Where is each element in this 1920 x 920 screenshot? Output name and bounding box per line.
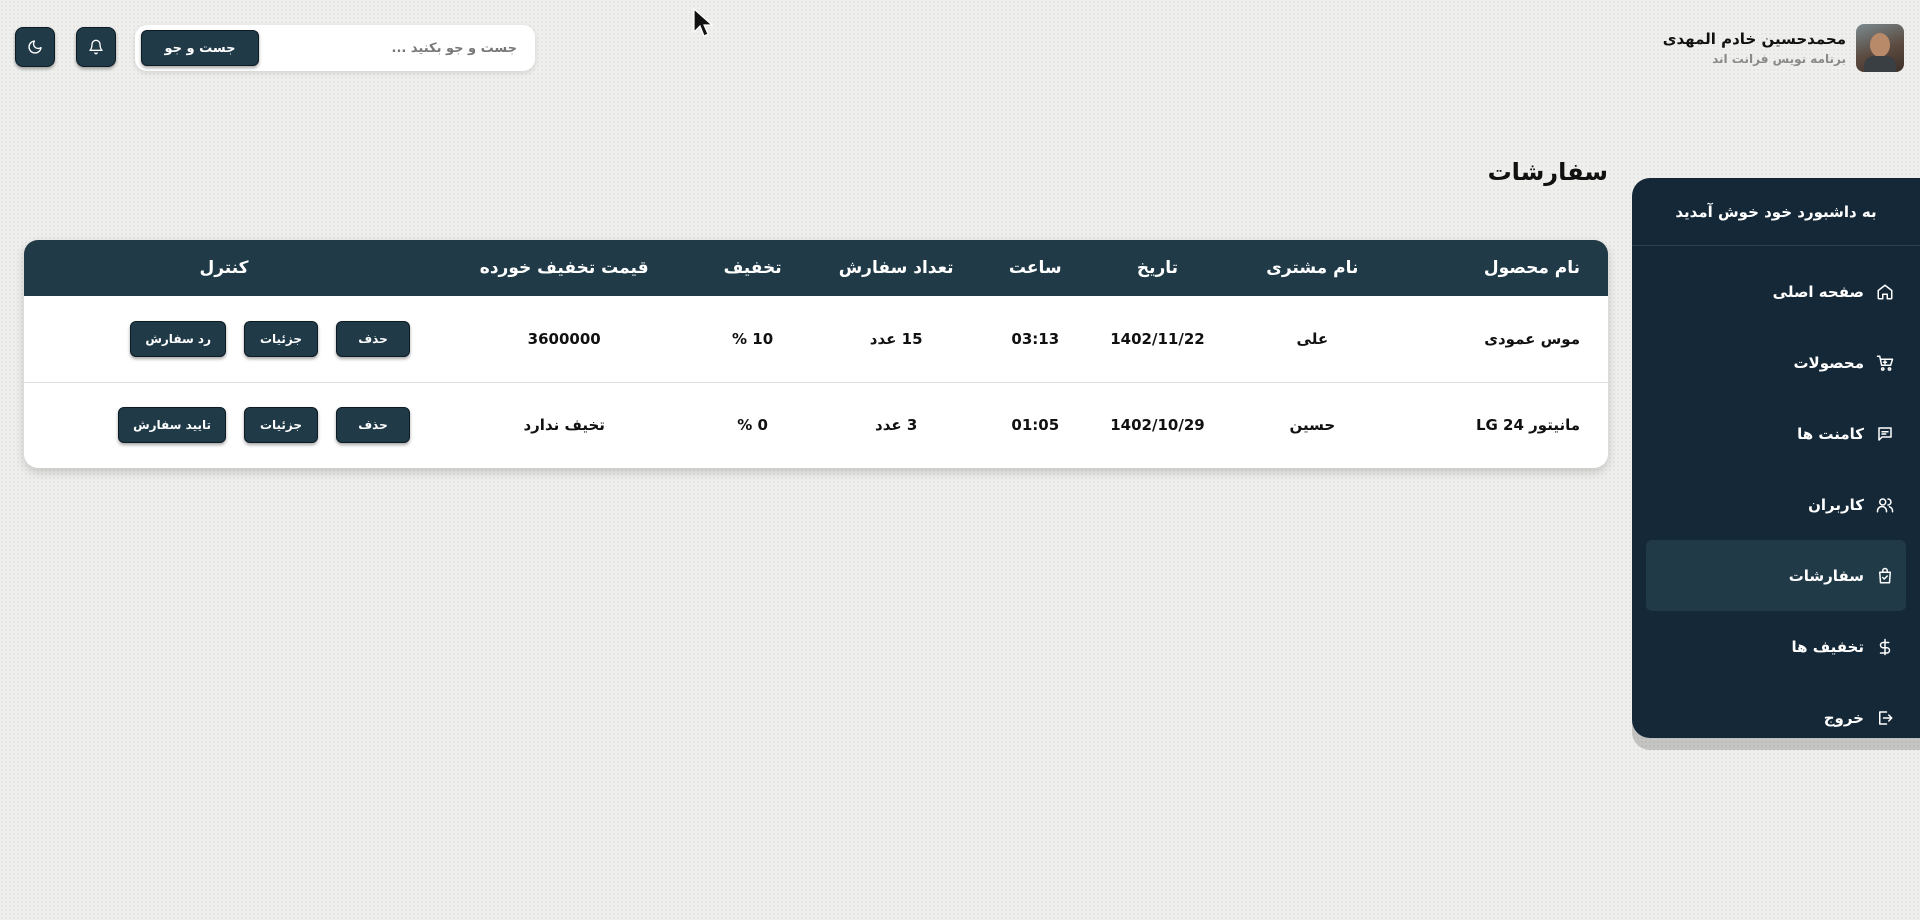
column-header: نام محصول (1483, 258, 1580, 278)
cell-customer: علی (1296, 329, 1329, 348)
approve-order-button[interactable]: تایید سفارش (118, 407, 226, 444)
row-actions: حذف جزئیات رد سفارش (24, 320, 424, 357)
cell-time: 03:13 (1011, 329, 1060, 348)
dollar-icon (1879, 638, 1891, 655)
cell-discount: 10 % (732, 329, 774, 348)
table-row: موس عمودی علی 1402/11/22 03:13 15 عدد 10… (24, 296, 1608, 382)
sidebar-item-label: خروج (1823, 708, 1864, 727)
details-button[interactable]: جزئیات (244, 320, 318, 357)
table-row: مانیتور LG 24 حسین 1402/10/29 01:05 3 عد… (24, 381, 1608, 468)
cell-discounted-price: تخیف ندارد (424, 381, 705, 468)
bag-check-icon (1879, 567, 1891, 583)
profile-text: محمدحسین خادم المهدی برنامه نویس فرانت ا… (1663, 30, 1846, 66)
search-bar: جست و جو (135, 25, 535, 71)
orders-table-card: نام محصول نام مشتری تاریخ ساعت تعداد سفا… (24, 240, 1608, 468)
sidebar-item-users[interactable]: کاربران (1646, 469, 1906, 540)
column-header: قیمت تخفیف خورده (479, 258, 649, 278)
sidebar-item-label: کامنت ها (1797, 424, 1864, 443)
cell-product: موس عمودی (1484, 329, 1580, 348)
sidebar-item-label: صفحه اصلی (1772, 282, 1864, 301)
table-header-row: نام محصول نام مشتری تاریخ ساعت تعداد سفا… (24, 240, 1608, 296)
sidebar-item-home[interactable]: صفحه اصلی (1646, 256, 1906, 327)
notifications-button[interactable] (76, 27, 116, 67)
sidebar-item-orders[interactable]: سفارشات (1646, 540, 1906, 611)
sidebar-item-label: سفارشات (1788, 566, 1864, 585)
delete-button[interactable]: حذف (336, 320, 410, 357)
sidebar-item-label: تخفیف ها (1791, 637, 1864, 656)
users-icon (1876, 497, 1894, 512)
column-header: ساعت (1008, 258, 1062, 278)
sidebar: به داشبورد خود خوش آمدید صفحه اصلی محصول… (1632, 178, 1920, 738)
cell-product: مانیتور LG 24 (1388, 381, 1608, 468)
cell-count: 15 عدد (869, 329, 923, 348)
moon-icon (28, 40, 42, 54)
cell-count: 3 عدد (800, 381, 992, 468)
avatar (1856, 24, 1904, 72)
mouse-cursor-icon (693, 8, 714, 37)
cell-discounted-price: 3600000 (527, 329, 601, 348)
sidebar-item-label: محصولات (1793, 353, 1864, 372)
profile-role: برنامه نویس فرانت اند (1712, 52, 1846, 66)
column-header: کنترل (199, 258, 249, 278)
details-button[interactable]: جزئیات (244, 407, 318, 444)
comment-icon (1878, 426, 1892, 441)
home-icon (1877, 284, 1893, 299)
cart-icon (1876, 355, 1894, 371)
cell-date: 1402/11/22 (1110, 329, 1205, 348)
orders-table: نام محصول نام مشتری تاریخ ساعت تعداد سفا… (24, 240, 1608, 468)
page-title: سفارشات (1487, 158, 1608, 186)
search-button[interactable]: جست و جو (141, 30, 259, 66)
sidebar-item-comments[interactable]: کامنت ها (1646, 398, 1906, 469)
sidebar-item-label: کاربران (1808, 495, 1864, 514)
cell-time: 01:05 (991, 381, 1080, 468)
delete-button[interactable]: حذف (336, 407, 410, 444)
sidebar-item-logout[interactable]: خروج (1646, 682, 1906, 753)
cell-controls: حذف جزئیات رد سفارش (24, 296, 424, 382)
reject-order-button[interactable]: رد سفارش (130, 320, 226, 357)
cell-discount: 0 % (704, 381, 801, 468)
row-actions: حذف جزئیات تایید سفارش (24, 407, 424, 444)
theme-toggle-button[interactable] (15, 27, 55, 67)
column-header: نام مشتری (1266, 258, 1359, 278)
sidebar-title: به داشبورد خود خوش آمدید (1632, 178, 1920, 246)
sidebar-item-products[interactable]: محصولات (1646, 327, 1906, 398)
cell-date: 1402/10/29 (1079, 381, 1236, 468)
cell-controls: حذف جزئیات تایید سفارش (24, 381, 424, 468)
logout-icon (1879, 710, 1893, 725)
search-input[interactable] (277, 40, 517, 56)
bell-icon (89, 39, 103, 55)
column-header: تاریخ (1136, 258, 1179, 278)
cell-customer: حسین (1235, 381, 1389, 468)
user-profile[interactable]: محمدحسین خادم المهدی برنامه نویس فرانت ا… (1663, 24, 1904, 72)
sidebar-item-discounts[interactable]: تخفیف ها (1646, 611, 1906, 682)
column-header: تعداد سفارش (838, 258, 954, 278)
sidebar-nav: صفحه اصلی محصولات کامنت ها کاربران سفارش… (1632, 246, 1920, 763)
profile-name: محمدحسین خادم المهدی (1662, 30, 1846, 48)
column-header: تخفیف (723, 258, 782, 278)
